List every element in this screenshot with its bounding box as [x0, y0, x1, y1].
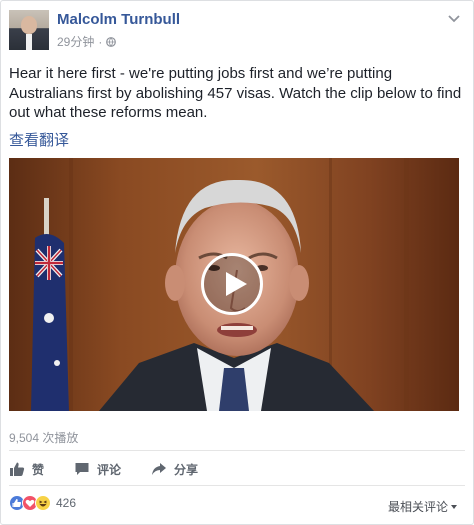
divider-bottom — [9, 485, 465, 486]
haha-reaction-icon — [35, 495, 51, 511]
post-options-chevron-icon[interactable] — [447, 13, 461, 23]
divider-top — [9, 450, 465, 451]
comment-sort-dropdown[interactable]: 最相关评论 — [388, 498, 457, 515]
author-avatar[interactable] — [9, 10, 49, 50]
meta-separator: · — [98, 34, 103, 49]
reactions-summary[interactable]: 426 — [9, 495, 76, 511]
globe-icon[interactable] — [106, 36, 117, 47]
action-bar: 赞 评论 分享 — [9, 459, 228, 479]
comment-sort-label: 最相关评论 — [387, 500, 448, 514]
reaction-count[interactable]: 426 — [56, 496, 76, 510]
facebook-post-card: Malcolm Turnbull 29分钟 · Hear it here fir… — [0, 0, 474, 525]
chevron-down-icon — [451, 505, 457, 509]
post-timestamp[interactable]: 29分钟 — [57, 33, 94, 50]
avatar-face — [21, 16, 37, 34]
play-triangle — [226, 272, 247, 296]
thumbs-up-icon — [10, 462, 25, 476]
avatar-shirt — [26, 34, 32, 50]
video-player[interactable] — [9, 158, 459, 411]
comment-label: 评论 — [97, 462, 122, 477]
comment-button[interactable]: 评论 — [74, 459, 121, 479]
see-translation-link[interactable]: 查看翻译 — [9, 129, 69, 150]
post-meta: 29分钟 · — [57, 33, 117, 50]
play-icon[interactable] — [201, 253, 263, 315]
like-button[interactable]: 赞 — [9, 459, 44, 479]
view-count: 9,504 次播放 — [9, 431, 79, 445]
share-label: 分享 — [174, 462, 199, 477]
comment-icon — [75, 463, 89, 475]
post-text: Hear it here first - we're putting jobs … — [9, 65, 462, 121]
share-icon — [152, 463, 167, 475]
like-label: 赞 — [32, 462, 45, 477]
share-button[interactable]: 分享 — [151, 459, 198, 479]
author-name[interactable]: Malcolm Turnbull — [57, 11, 180, 28]
